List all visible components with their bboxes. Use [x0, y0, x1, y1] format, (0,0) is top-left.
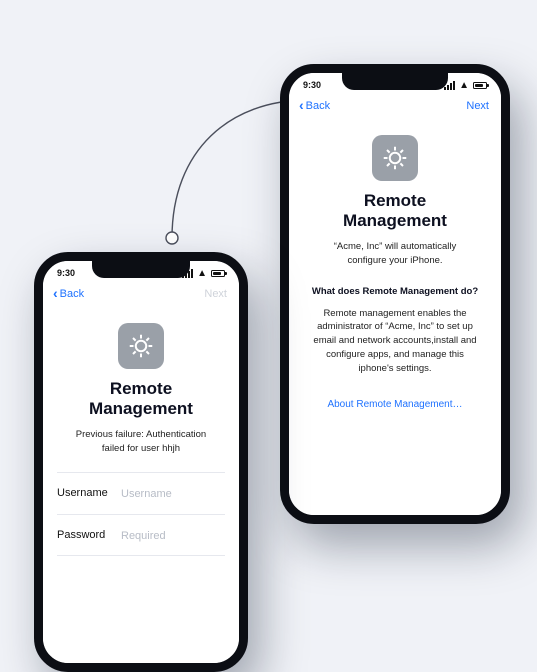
page-title: Remote Management: [319, 191, 471, 230]
notch: [92, 260, 190, 278]
subtitle-text: “Acme, Inc” will automatically configure…: [313, 240, 477, 268]
status-time: 9:30: [57, 268, 75, 278]
description-text: Remote management enables the administra…: [313, 307, 477, 376]
error-text: Previous failure: Authentication failed …: [67, 428, 215, 456]
username-label: Username: [57, 487, 121, 499]
gear-icon: [372, 135, 418, 181]
page-title: Remote Management: [73, 379, 209, 418]
password-row: Password: [57, 514, 225, 556]
back-button[interactable]: ‹ Back: [299, 99, 330, 113]
notch: [342, 72, 448, 90]
phone-info: 9:30 ▲ ‹ Back Next Remote Management: [280, 64, 510, 524]
status-time: 9:30: [303, 80, 321, 90]
password-label: Password: [57, 529, 121, 541]
battery-icon: [473, 82, 487, 89]
next-button-disabled: Next: [204, 288, 227, 300]
back-label: Back: [60, 288, 84, 300]
password-input[interactable]: [121, 530, 225, 542]
wifi-icon: ▲: [197, 268, 207, 279]
section-heading: What does Remote Management do?: [303, 286, 487, 297]
username-input[interactable]: [121, 488, 225, 500]
gear-icon: [118, 323, 164, 369]
battery-icon: [211, 270, 225, 277]
chevron-left-icon: ‹: [53, 286, 58, 300]
back-label: Back: [306, 100, 330, 112]
back-button[interactable]: ‹ Back: [53, 287, 84, 301]
wifi-icon: ▲: [459, 80, 469, 91]
username-row: Username: [57, 472, 225, 514]
next-button[interactable]: Next: [466, 100, 489, 112]
phone-login: 9:30 ▲ ‹ Back Next Remote Management: [34, 252, 248, 672]
login-form: Username Password: [57, 472, 225, 556]
chevron-left-icon: ‹: [299, 98, 304, 112]
about-link[interactable]: About Remote Management…: [327, 399, 462, 410]
